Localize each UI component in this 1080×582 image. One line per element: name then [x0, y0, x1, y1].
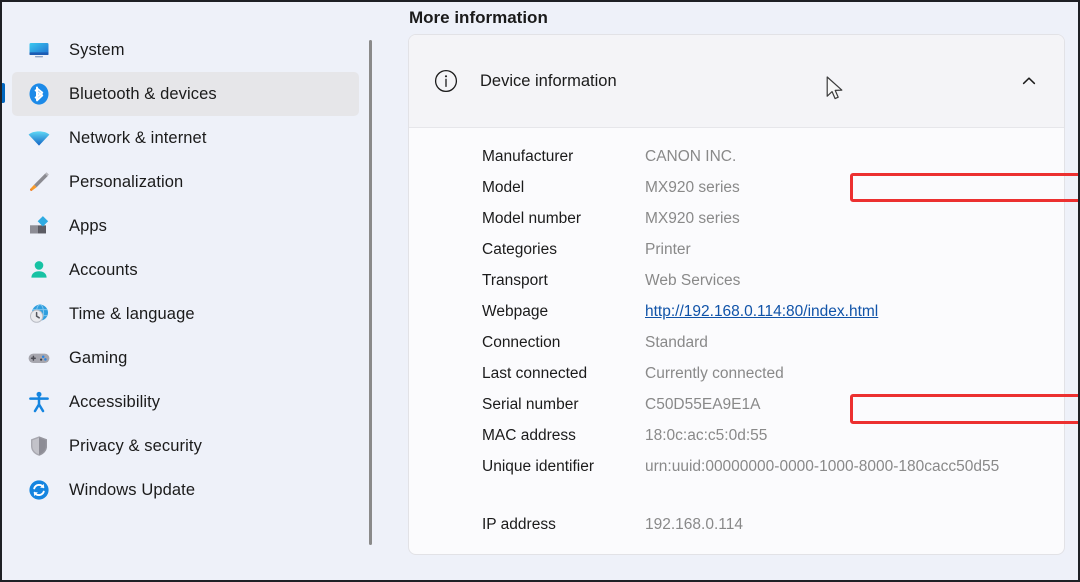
sidebar-item-system[interactable]: System: [12, 28, 359, 72]
sidebar-item-label: Accounts: [69, 261, 138, 280]
sidebar-item-accessibility[interactable]: Accessibility: [12, 380, 359, 424]
sidebar-item-label: Personalization: [69, 173, 183, 192]
info-label: IP address: [482, 509, 645, 540]
info-value: Web Services: [645, 265, 740, 296]
info-value: Currently connected: [645, 358, 784, 389]
info-row-model: Model MX920 series: [409, 172, 1064, 203]
gamepad-icon: [24, 343, 54, 373]
update-refresh-icon: [24, 475, 54, 505]
page-title: More information: [409, 8, 548, 28]
sidebar-item-personalization[interactable]: Personalization: [12, 160, 359, 204]
sidebar-item-label: Apps: [69, 217, 107, 236]
info-label: Model number: [482, 203, 645, 234]
bluetooth-icon: [24, 79, 54, 109]
info-label: Manufacturer: [482, 141, 645, 172]
info-row-connection: Connection Standard: [409, 327, 1064, 358]
info-row-serial-number: Serial number C50D55EA9E1A: [409, 389, 1064, 420]
webpage-link[interactable]: http://192.168.0.114:80/index.html: [645, 296, 878, 327]
sidebar-item-privacy-security[interactable]: Privacy & security: [12, 424, 359, 468]
info-value: 192.168.0.114: [645, 509, 743, 540]
chevron-up-icon[interactable]: [1016, 68, 1042, 94]
info-value: 18:0c:ac:c5:0d:55: [645, 420, 767, 451]
info-label: MAC address: [482, 420, 645, 451]
info-value: Printer: [645, 234, 691, 265]
device-information-rows: Manufacturer CANON INC. Model MX920 seri…: [409, 128, 1064, 540]
sidebar-item-accounts[interactable]: Accounts: [12, 248, 359, 292]
info-row-webpage: Webpage http://192.168.0.114:80/index.ht…: [409, 296, 1064, 327]
info-row-manufacturer: Manufacturer CANON INC.: [409, 141, 1064, 172]
info-label: Model: [482, 172, 645, 203]
info-row-transport: Transport Web Services: [409, 265, 1064, 296]
sidebar-item-windows-update[interactable]: Windows Update: [12, 468, 359, 512]
info-label: Serial number: [482, 389, 645, 420]
shield-icon: [24, 431, 54, 461]
apps-blocks-icon: [24, 211, 54, 241]
info-value: CANON INC.: [645, 141, 736, 172]
info-value: MX920 series: [645, 203, 740, 234]
sidebar-item-label: Bluetooth & devices: [69, 85, 217, 104]
sidebar-item-label: Time & language: [69, 305, 195, 324]
info-value: Standard: [645, 327, 708, 358]
info-circle-icon: [432, 67, 460, 95]
sidebar-item-label: Windows Update: [69, 481, 195, 500]
sidebar-item-gaming[interactable]: Gaming: [12, 336, 359, 380]
sidebar-item-label: System: [69, 41, 125, 60]
info-row-model-number: Model number MX920 series: [409, 203, 1064, 234]
sidebar-item-network-internet[interactable]: Network & internet: [12, 116, 359, 160]
settings-window: System Bluetooth & devices: [0, 0, 1080, 582]
clock-globe-icon: [24, 299, 54, 329]
info-row-categories: Categories Printer: [409, 234, 1064, 265]
sidebar-item-label: Network & internet: [69, 129, 207, 148]
device-information-card-header[interactable]: Device information: [409, 35, 1064, 128]
sidebar-item-time-language[interactable]: Time & language: [12, 292, 359, 336]
info-value: C50D55EA9E1A: [645, 389, 760, 420]
sidebar-item-apps[interactable]: Apps: [12, 204, 359, 248]
paintbrush-icon: [24, 167, 54, 197]
device-information-card: Device information Manufacturer CANON IN…: [408, 34, 1065, 555]
sidebar-item-label: Privacy & security: [69, 437, 202, 456]
info-value: MX920 series: [645, 172, 740, 203]
sidebar-item-bluetooth-devices[interactable]: Bluetooth & devices: [12, 72, 359, 116]
info-label: Webpage: [482, 296, 645, 327]
info-value: urn:uuid:00000000-0000-1000-8000-180cacc…: [645, 451, 999, 481]
sidebar-scrollbar-thumb[interactable]: [369, 40, 372, 545]
info-row-unique-identifier: Unique identifier urn:uuid:00000000-0000…: [409, 451, 1064, 509]
main-content: More information Device information: [380, 2, 1080, 580]
settings-sidebar: System Bluetooth & devices: [2, 2, 367, 580]
info-row-ip-address: IP address 192.168.0.114: [409, 509, 1064, 540]
monitor-icon: [24, 35, 54, 65]
sidebar-item-label: Accessibility: [69, 393, 160, 412]
info-label: Last connected: [482, 358, 645, 389]
wifi-icon: [24, 123, 54, 153]
sidebar-item-label: Gaming: [69, 349, 127, 368]
info-label: Categories: [482, 234, 645, 265]
info-row-last-connected: Last connected Currently connected: [409, 358, 1064, 389]
info-label: Transport: [482, 265, 645, 296]
info-label: Connection: [482, 327, 645, 358]
device-information-title: Device information: [480, 72, 617, 91]
info-label: Unique identifier: [482, 451, 645, 482]
info-row-mac-address: MAC address 18:0c:ac:c5:0d:55: [409, 420, 1064, 451]
accessibility-icon: [24, 387, 54, 417]
person-icon: [24, 255, 54, 285]
sidebar-scrollbar[interactable]: [367, 2, 375, 580]
